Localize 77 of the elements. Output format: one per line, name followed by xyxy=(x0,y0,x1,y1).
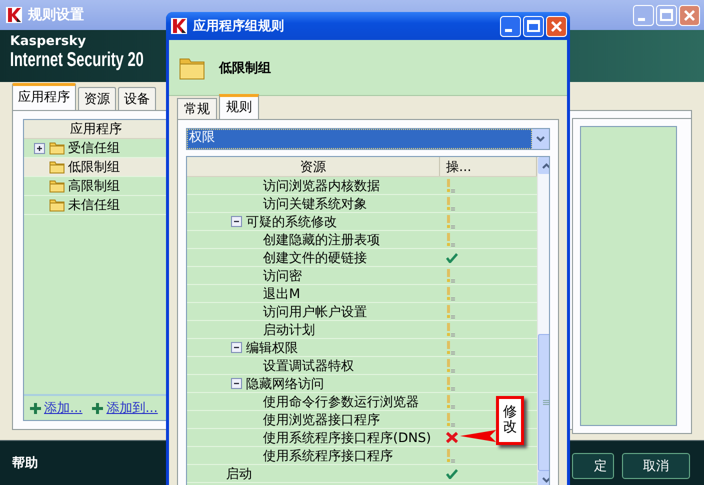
tab[interactable]: 规则 xyxy=(219,94,259,119)
resource-label: 编辑权限 xyxy=(246,340,298,356)
brand-name: Kaspersky xyxy=(10,34,87,49)
cancel-button[interactable]: 取消 xyxy=(622,453,690,479)
resource-row[interactable]: 设置调试器特权 xyxy=(187,357,537,375)
collapse-icon[interactable] xyxy=(231,216,242,227)
grip-icon xyxy=(543,400,549,406)
folder-icon xyxy=(179,56,205,80)
kaspersky-logo-icon xyxy=(171,18,187,34)
chevron-down-icon xyxy=(542,476,549,482)
column-header[interactable]: 资源 xyxy=(187,157,440,176)
folder-icon xyxy=(49,198,65,212)
window-title: 规则设置 xyxy=(28,6,84,24)
resource-label: 启动 xyxy=(226,466,252,482)
annotation-note: 修改 xyxy=(496,396,524,445)
ok-button[interactable]: 定 xyxy=(572,453,614,479)
resource-row[interactable]: 可疑的系统修改 xyxy=(187,213,537,231)
folder-icon xyxy=(49,179,65,193)
folder-icon xyxy=(49,141,65,155)
resource-row[interactable]: 启动计划 xyxy=(187,321,537,339)
resource-label: 使用系统程序接口程序(DNS) xyxy=(263,430,432,446)
expand-icon[interactable] xyxy=(34,142,45,154)
folder-icon xyxy=(49,160,65,174)
group-label: 未信任组 xyxy=(68,197,120,214)
resource-row[interactable]: 访问用户帐户设置 xyxy=(187,303,537,321)
resource-row[interactable]: 编辑权限 xyxy=(187,339,537,357)
column-header: 应用程序 xyxy=(24,120,168,139)
resource-label: 访问浏览器内核数据 xyxy=(263,178,380,194)
chevron-down-icon xyxy=(536,136,545,142)
resource-label: 创建文件的硬链接 xyxy=(263,250,367,266)
add-link[interactable]: 添加... xyxy=(44,399,82,417)
tab[interactable]: 设备 xyxy=(118,87,156,110)
list-item[interactable]: 低限制组 xyxy=(24,158,168,177)
resource-label: 隐藏网络访问 xyxy=(246,376,324,392)
resource-label: 访问密 xyxy=(263,268,302,284)
resource-row[interactable]: 启动 xyxy=(187,465,537,483)
plus-icon xyxy=(92,402,104,414)
chevron-up-icon xyxy=(542,162,549,168)
kaspersky-logo-icon xyxy=(6,7,22,23)
group-label: 高限制组 xyxy=(68,178,120,195)
help-link[interactable]: 帮助 xyxy=(12,454,38,472)
resource-label: 退出M xyxy=(263,286,300,302)
tab[interactable]: 资源 xyxy=(78,87,116,110)
resource-label: 设置调试器特权 xyxy=(263,358,354,374)
permission-dropdown[interactable]: 权限 xyxy=(186,128,550,150)
plus-icon xyxy=(30,402,41,414)
resource-row[interactable]: 创建文件的硬链接 xyxy=(187,249,537,267)
resource-row[interactable]: 使用系统程序接口程序 xyxy=(187,447,537,465)
resource-row[interactable]: 访问浏览器内核数据 xyxy=(187,177,537,195)
group-label: 低限制组 xyxy=(68,159,120,176)
dialog-title: 应用程序组规则 xyxy=(193,18,284,35)
resource-row[interactable]: 创建隐藏的注册表项 xyxy=(187,231,537,249)
pointer-arrow xyxy=(460,428,496,443)
collapse-icon[interactable] xyxy=(231,342,242,353)
product-name: Internet Security 20 xyxy=(10,49,144,71)
resource-label: 访问用户帐户设置 xyxy=(263,304,367,320)
tab[interactable]: 应用程序 xyxy=(12,83,76,110)
collapse-icon[interactable] xyxy=(231,378,242,389)
minimize-icon[interactable] xyxy=(500,16,521,36)
resource-label: 访问关键系统对象 xyxy=(263,196,367,212)
resource-label: 启动计划 xyxy=(263,322,315,338)
tab[interactable]: 常规 xyxy=(177,98,217,119)
resource-label: 使用系统程序接口程序 xyxy=(263,448,393,464)
resource-label: 使用命令行参数运行浏览器 xyxy=(263,394,419,410)
close-icon[interactable] xyxy=(546,16,567,36)
group-name: 低限制组 xyxy=(219,60,271,76)
add-link[interactable]: 添加到... xyxy=(106,399,158,417)
resource-row[interactable]: 访问密 xyxy=(187,267,537,285)
close-icon[interactable] xyxy=(679,4,700,26)
resource-row[interactable]: 访问关键系统对象 xyxy=(187,195,537,213)
resource-label: 使用浏览器接口程序 xyxy=(263,412,380,428)
resource-label: 可疑的系统修改 xyxy=(246,214,337,230)
resource-row[interactable]: 退出M xyxy=(187,285,537,303)
resource-label: 创建隐藏的注册表项 xyxy=(263,232,380,248)
maximize-icon[interactable] xyxy=(523,16,544,36)
group-label: 受信任组 xyxy=(68,140,120,157)
resource-row[interactable]: 隐藏网络访问 xyxy=(187,375,537,393)
